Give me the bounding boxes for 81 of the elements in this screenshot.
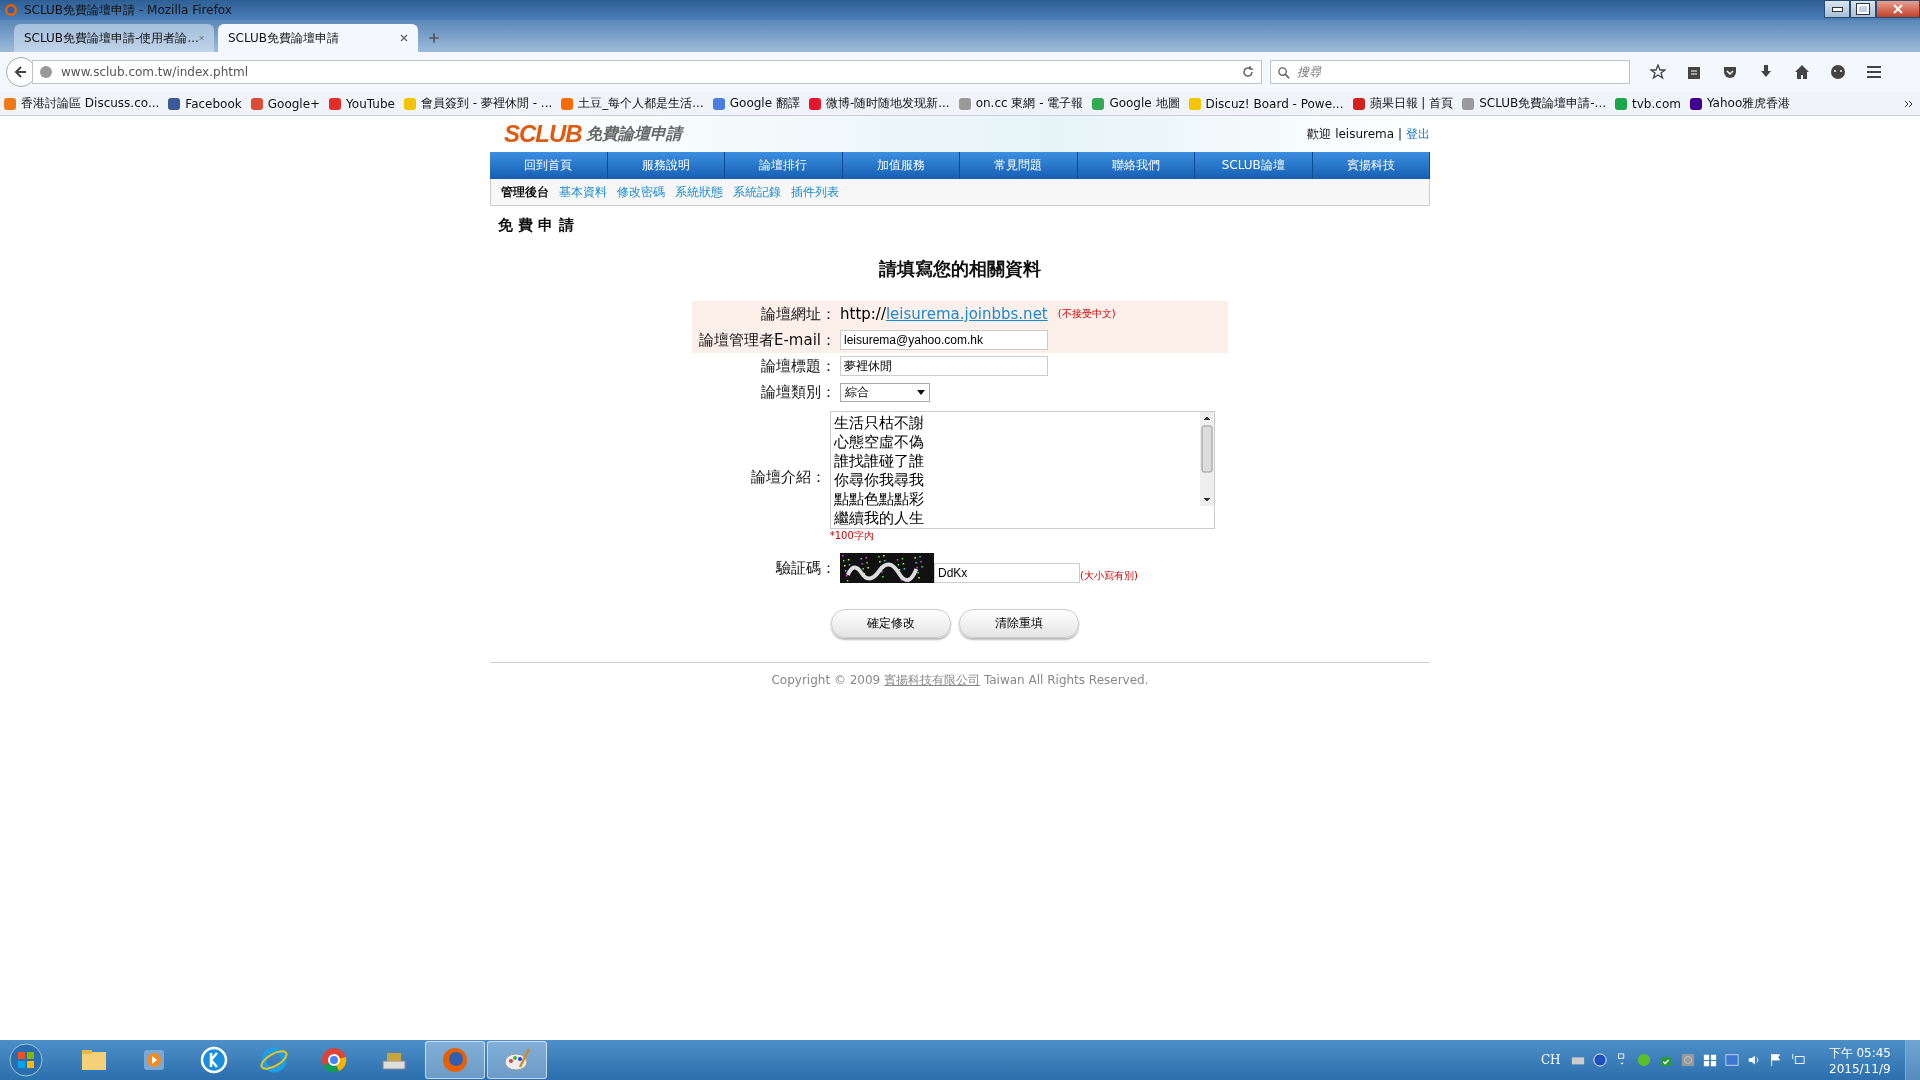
site-logo[interactable]: SCLUB — [504, 120, 582, 148]
bookmark-item[interactable]: Yahoo雅虎香港 — [1689, 95, 1791, 112]
address-field[interactable]: www.sclub.com.tw/index.phtml — [32, 60, 1262, 84]
clipboard-icon[interactable] — [1686, 64, 1702, 80]
star-icon[interactable] — [1650, 64, 1666, 80]
subnav-link[interactable]: 管理後台 — [501, 183, 549, 201]
clock-date: 2015/11/9 — [1829, 1061, 1891, 1076]
copyright-text: Copyright © 2009 賓揚科技有限公司 Taiwan All Rights Reserved. — [771, 673, 1149, 687]
home-icon[interactable] — [1794, 64, 1810, 80]
search-icon — [1277, 66, 1290, 79]
clock-time: 下午 05:45 — [1828, 1044, 1891, 1062]
subnav-link[interactable]: 系統記錄 — [733, 183, 781, 201]
logo-subtitle: 免費論壇申請 — [585, 123, 682, 145]
pocket-icon[interactable] — [1722, 64, 1738, 80]
bookmark-item[interactable]: Google 翻譯 — [712, 95, 800, 112]
field-label: 論壇管理者E-mail： — [697, 330, 837, 350]
hint-text: (大小寫有別) — [1080, 569, 1138, 583]
subnav-link[interactable]: 插件列表 — [791, 183, 839, 201]
bookmark-item[interactable]: Facebook — [168, 96, 242, 111]
search-field[interactable]: 搜尋 — [1270, 60, 1630, 84]
subnav-link[interactable]: 修改密碼 — [617, 183, 665, 201]
close-icon[interactable] — [400, 34, 408, 42]
bookmark-item[interactable]: Google+ — [250, 96, 321, 111]
chevron-icon[interactable] — [1904, 98, 1914, 109]
menu-icon[interactable] — [1866, 64, 1882, 80]
welcome-text: 歡迎 leisurema | — [1307, 125, 1402, 143]
k-circle-icon — [199, 1045, 229, 1075]
window-title: SCLUB免費論壇申請 - Mozilla Firefox — [24, 1, 232, 19]
flag-icon[interactable] — [1768, 1053, 1783, 1067]
network-icon[interactable] — [1790, 1053, 1805, 1067]
browser-tab[interactable]: SCLUB免費論壇申請 — [218, 24, 418, 52]
bookmark-item[interactable]: 蘋果日報 | 首頁 — [1352, 95, 1454, 112]
hint-text: *100字內 — [829, 529, 875, 543]
bookmark-item[interactable]: 香港討論區 Discuss.co... — [4, 95, 160, 112]
field-label: 論壇標題： — [760, 356, 837, 376]
caret-icon — [917, 389, 925, 395]
subnav-link[interactable]: 系統狀態 — [675, 183, 723, 201]
bookmark-item[interactable]: on.cc 東網 - 電子報 — [958, 95, 1084, 112]
bookmark-item[interactable]: SCLUB免費論壇申請-... — [1462, 95, 1607, 112]
close-icon[interactable] — [198, 34, 204, 42]
language-indicator[interactable]: CH — [1540, 1053, 1561, 1067]
e-icon — [259, 1045, 289, 1075]
reload-icon[interactable] — [1241, 65, 1255, 79]
close-icon — [1893, 4, 1903, 14]
captcha-field[interactable]: DdKx — [934, 563, 1080, 583]
page-title: 免 費 申 請 — [497, 215, 575, 235]
url-text: www.sclub.com.tw/index.phtml — [61, 65, 249, 79]
back-arrow-icon — [13, 64, 29, 80]
form-button[interactable]: 確定修改 — [831, 609, 951, 638]
bookmark-item[interactable]: Discuz! Board - Powe... — [1188, 96, 1344, 111]
field-label: 論壇網址： — [760, 304, 837, 324]
form-button[interactable]: 清除重填 — [959, 609, 1079, 638]
field-label: 驗証碼： — [775, 558, 837, 578]
display-icon[interactable] — [1724, 1053, 1739, 1067]
minimize-button[interactable] — [1824, 0, 1850, 18]
bookmark-item[interactable]: YouTube — [329, 96, 395, 111]
start-button[interactable] — [8, 1042, 44, 1078]
browser-tab[interactable]: SCLUB免費論壇申請-使用者論... — [14, 24, 214, 52]
intro-field[interactable]: 生活只枯不謝 心態空虛不偽 誰找誰碰了誰 你尋你我尋我 點點色點點彩 繼續我的人生 — [829, 411, 1215, 529]
bookmark-item[interactable]: tvb.com — [1615, 96, 1681, 111]
subnav-link[interactable]: 基本資料 — [559, 183, 607, 201]
form-heading: 請填寫您的相關資料 — [878, 257, 1042, 281]
hint-text: (不接受中文) — [1057, 307, 1116, 321]
category-dropdown[interactable]: 綜合 — [840, 382, 930, 402]
maximize-button[interactable] — [1850, 0, 1876, 18]
logout-link[interactable]: 登出 — [1406, 125, 1430, 143]
help-icon[interactable] — [1592, 1053, 1607, 1067]
company-link[interactable]: 賓揚科技有限公司 — [884, 673, 981, 687]
speaker-icon[interactable] — [1746, 1053, 1761, 1067]
url-prefix: http:// — [840, 305, 886, 323]
bookmark-item[interactable]: 會員簽到 - 夢裡休閒 - ... — [403, 95, 553, 112]
bookmark-item[interactable]: 土豆_每个人都是生活... — [561, 95, 704, 112]
field-label: 論壇類別： — [760, 382, 837, 402]
field-label: 論壇介紹： — [749, 467, 827, 487]
text-field[interactable]: 夢裡休閒 — [840, 356, 1048, 376]
close-button[interactable] — [1876, 0, 1920, 18]
bookmark-item[interactable]: Google 地圖 — [1092, 95, 1180, 112]
text-field[interactable]: leisurema@yahoo.com.hk — [840, 330, 1048, 350]
scrollbar-icon[interactable] — [1199, 412, 1214, 506]
new-tab-icon[interactable] — [428, 32, 440, 44]
bookmark-item[interactable]: 微博-随时随地发现新... — [808, 95, 950, 112]
